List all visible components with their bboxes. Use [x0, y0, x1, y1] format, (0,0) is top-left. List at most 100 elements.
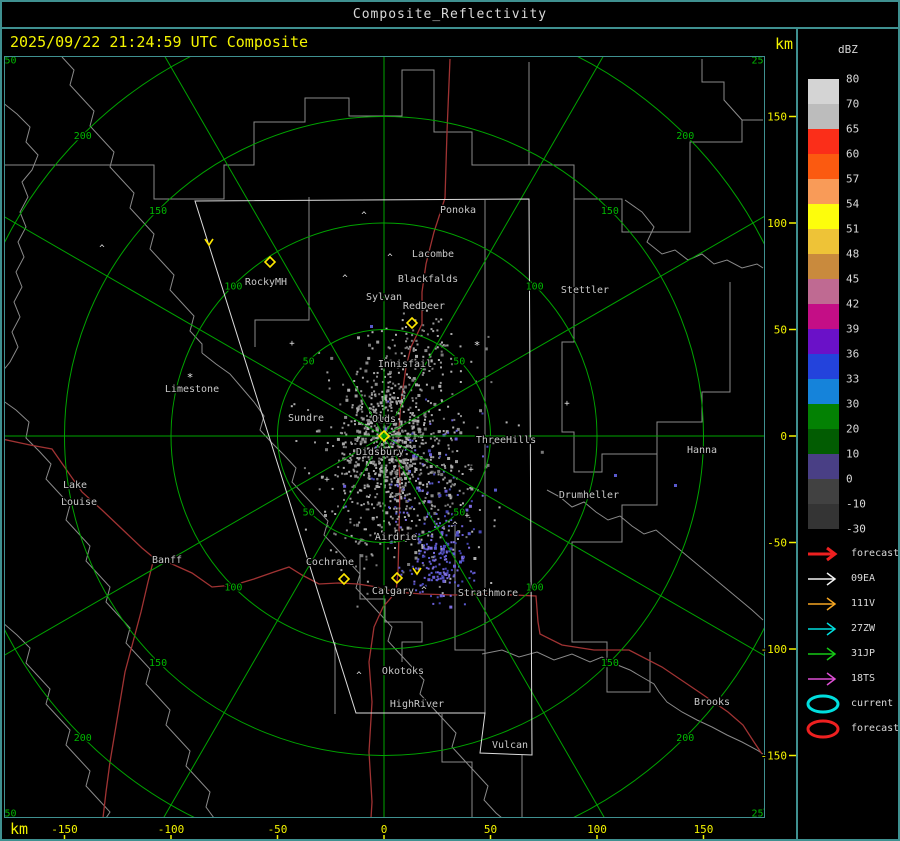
legend-arrow-icon	[808, 596, 837, 611]
city-label-cochrane: Cochrane	[306, 557, 354, 568]
plus-marker: +	[468, 465, 474, 475]
ring-distance-label: 50	[453, 507, 465, 518]
legend-item-27ZW: 27ZW	[806, 616, 898, 641]
ring-distance-label: 100	[526, 583, 544, 594]
isolated-echo-dot	[370, 325, 373, 328]
colorbar-tick-label: 57	[846, 172, 860, 186]
county-boundary-line	[359, 554, 423, 662]
city-label-okotoks: Okotoks	[382, 666, 424, 677]
caret-marker: ^	[342, 274, 348, 284]
x-axis-label: -50	[268, 823, 288, 836]
city-label-calgary: Calgary	[372, 586, 414, 597]
colorbar-tick-label: 30	[846, 397, 860, 411]
y-axis-label: 50	[774, 324, 787, 337]
ring-distance-label: 150	[601, 206, 619, 217]
city-label-sylvan: Sylvan	[366, 292, 402, 303]
county-boundary-line	[546, 489, 764, 621]
y-axis-label: -100	[761, 643, 788, 656]
azimuth-radial	[383, 435, 606, 818]
city-label-brooks: Brooks	[694, 697, 730, 708]
city-label-banff: Banff	[152, 555, 182, 566]
city-label-blackfalds: Blackfalds	[398, 274, 458, 285]
colorbar-tick-label: 80	[846, 72, 860, 86]
isolated-echo-dot	[674, 484, 677, 487]
legend: forecast 09EA 111V 27ZW 31JP 18TS current forec…	[806, 541, 898, 741]
y-axis-label: 100	[767, 217, 787, 230]
colorbar-swatch	[808, 304, 839, 329]
plus-marker: +	[324, 475, 330, 485]
radar-map-canvas[interactable]: ^^^^^^^+++++**PonokaLacombeBlackfaldsSyl…	[2, 2, 900, 841]
ring-distance-label: 250	[752, 55, 770, 66]
county-boundary-line	[254, 197, 310, 347]
legend-arrow-icon	[808, 546, 838, 561]
scale-panel: dBZ 80 70 65 60 57 54 51 48 45 42 39 36 33 30 20 10 0 -10…	[800, 29, 898, 839]
city-label-ponoka: Ponoka	[440, 205, 476, 216]
ring-distance-label: 200	[74, 131, 92, 142]
colorbar-swatch	[808, 179, 839, 204]
colorbar-swatch	[808, 104, 839, 129]
panel-divider	[796, 27, 798, 839]
city-label-highriver: HighRiver	[390, 699, 444, 710]
county-boundary-line	[61, 56, 203, 353]
x-axis-unit-label: km	[10, 820, 28, 838]
legend-label: 27ZW	[851, 623, 876, 634]
colorbar-swatch	[808, 229, 839, 254]
caret-marker: ^	[361, 211, 367, 221]
ring-distance-label: 100	[526, 281, 544, 292]
caret-marker: ^	[99, 244, 105, 254]
azimuth-radial	[162, 435, 385, 818]
ring-distance-label: 50	[453, 357, 465, 368]
city-label-strathmore: Strathmore	[458, 588, 518, 599]
colorbar-swatch	[808, 79, 839, 104]
colorbar-swatch	[808, 404, 839, 429]
colorbar-swatch	[808, 279, 839, 304]
x-axis-label: 0	[381, 823, 388, 836]
asterisk-marker: *	[474, 339, 481, 352]
city-label-louise: Louise	[61, 497, 97, 508]
city-label-lacombe: Lacombe	[412, 249, 454, 260]
city-label-threehills: ThreeHills	[476, 435, 536, 446]
radar-window: Composite_Reflectivity 2025/09/22 21:24:…	[0, 0, 900, 841]
county-boundary-line	[624, 199, 764, 269]
city-label-reddeer: RedDeer	[403, 301, 445, 312]
legend-arrow-icon	[808, 621, 837, 636]
colorbar-tick-label: 0	[846, 472, 853, 486]
colorbar-swatch	[808, 479, 839, 504]
legend-item-18TS: 18TS	[806, 666, 898, 691]
ring-distance-label: 50	[303, 357, 315, 368]
city-label-stettler: Stettler	[561, 285, 609, 296]
colorbar-tick-label: 54	[846, 197, 860, 211]
plus-marker: +	[564, 399, 570, 409]
asterisk-marker: *	[187, 371, 194, 384]
colorbar-swatch	[808, 329, 839, 354]
x-axis-label: 150	[694, 823, 714, 836]
colorbar-tick-label: 39	[846, 322, 860, 336]
colorbar-swatch	[808, 354, 839, 379]
colorbar-tick-label: 10	[846, 447, 860, 461]
ring-distance-label: 150	[149, 206, 167, 217]
ring-distance-label: 200	[676, 733, 694, 744]
legend-item-111V: 111V	[806, 591, 898, 616]
plus-marker: +	[289, 339, 295, 349]
ring-distance-label: 200	[676, 131, 694, 142]
legend-item-current: current	[806, 691, 898, 716]
legend-label: 18TS	[851, 673, 876, 684]
x-axis-label: -100	[158, 823, 185, 836]
y-axis-label: -50	[767, 537, 787, 550]
yellow-arrow-icon	[204, 238, 214, 247]
legend-item-09EA: 09EA	[806, 566, 898, 591]
x-axis-label: 50	[484, 823, 497, 836]
ring-distance-label: 150	[149, 658, 167, 669]
y-axis-label: -150	[761, 750, 788, 763]
legend-item-forecast: forecast	[806, 541, 898, 566]
city-label-olds: Olds	[372, 414, 396, 425]
isolated-echo-dot	[614, 474, 617, 477]
city-label-hanna: Hanna	[687, 445, 717, 456]
caret-marker: ^	[452, 521, 458, 531]
colorbar-swatch	[808, 379, 839, 404]
legend-label: 31JP	[851, 648, 876, 659]
colorbar-swatch	[808, 254, 839, 279]
legend-item-31JP: 31JP	[806, 641, 898, 666]
colorbar-tick-label: 48	[846, 247, 860, 261]
colorbar-tick-label: 51	[846, 222, 860, 236]
